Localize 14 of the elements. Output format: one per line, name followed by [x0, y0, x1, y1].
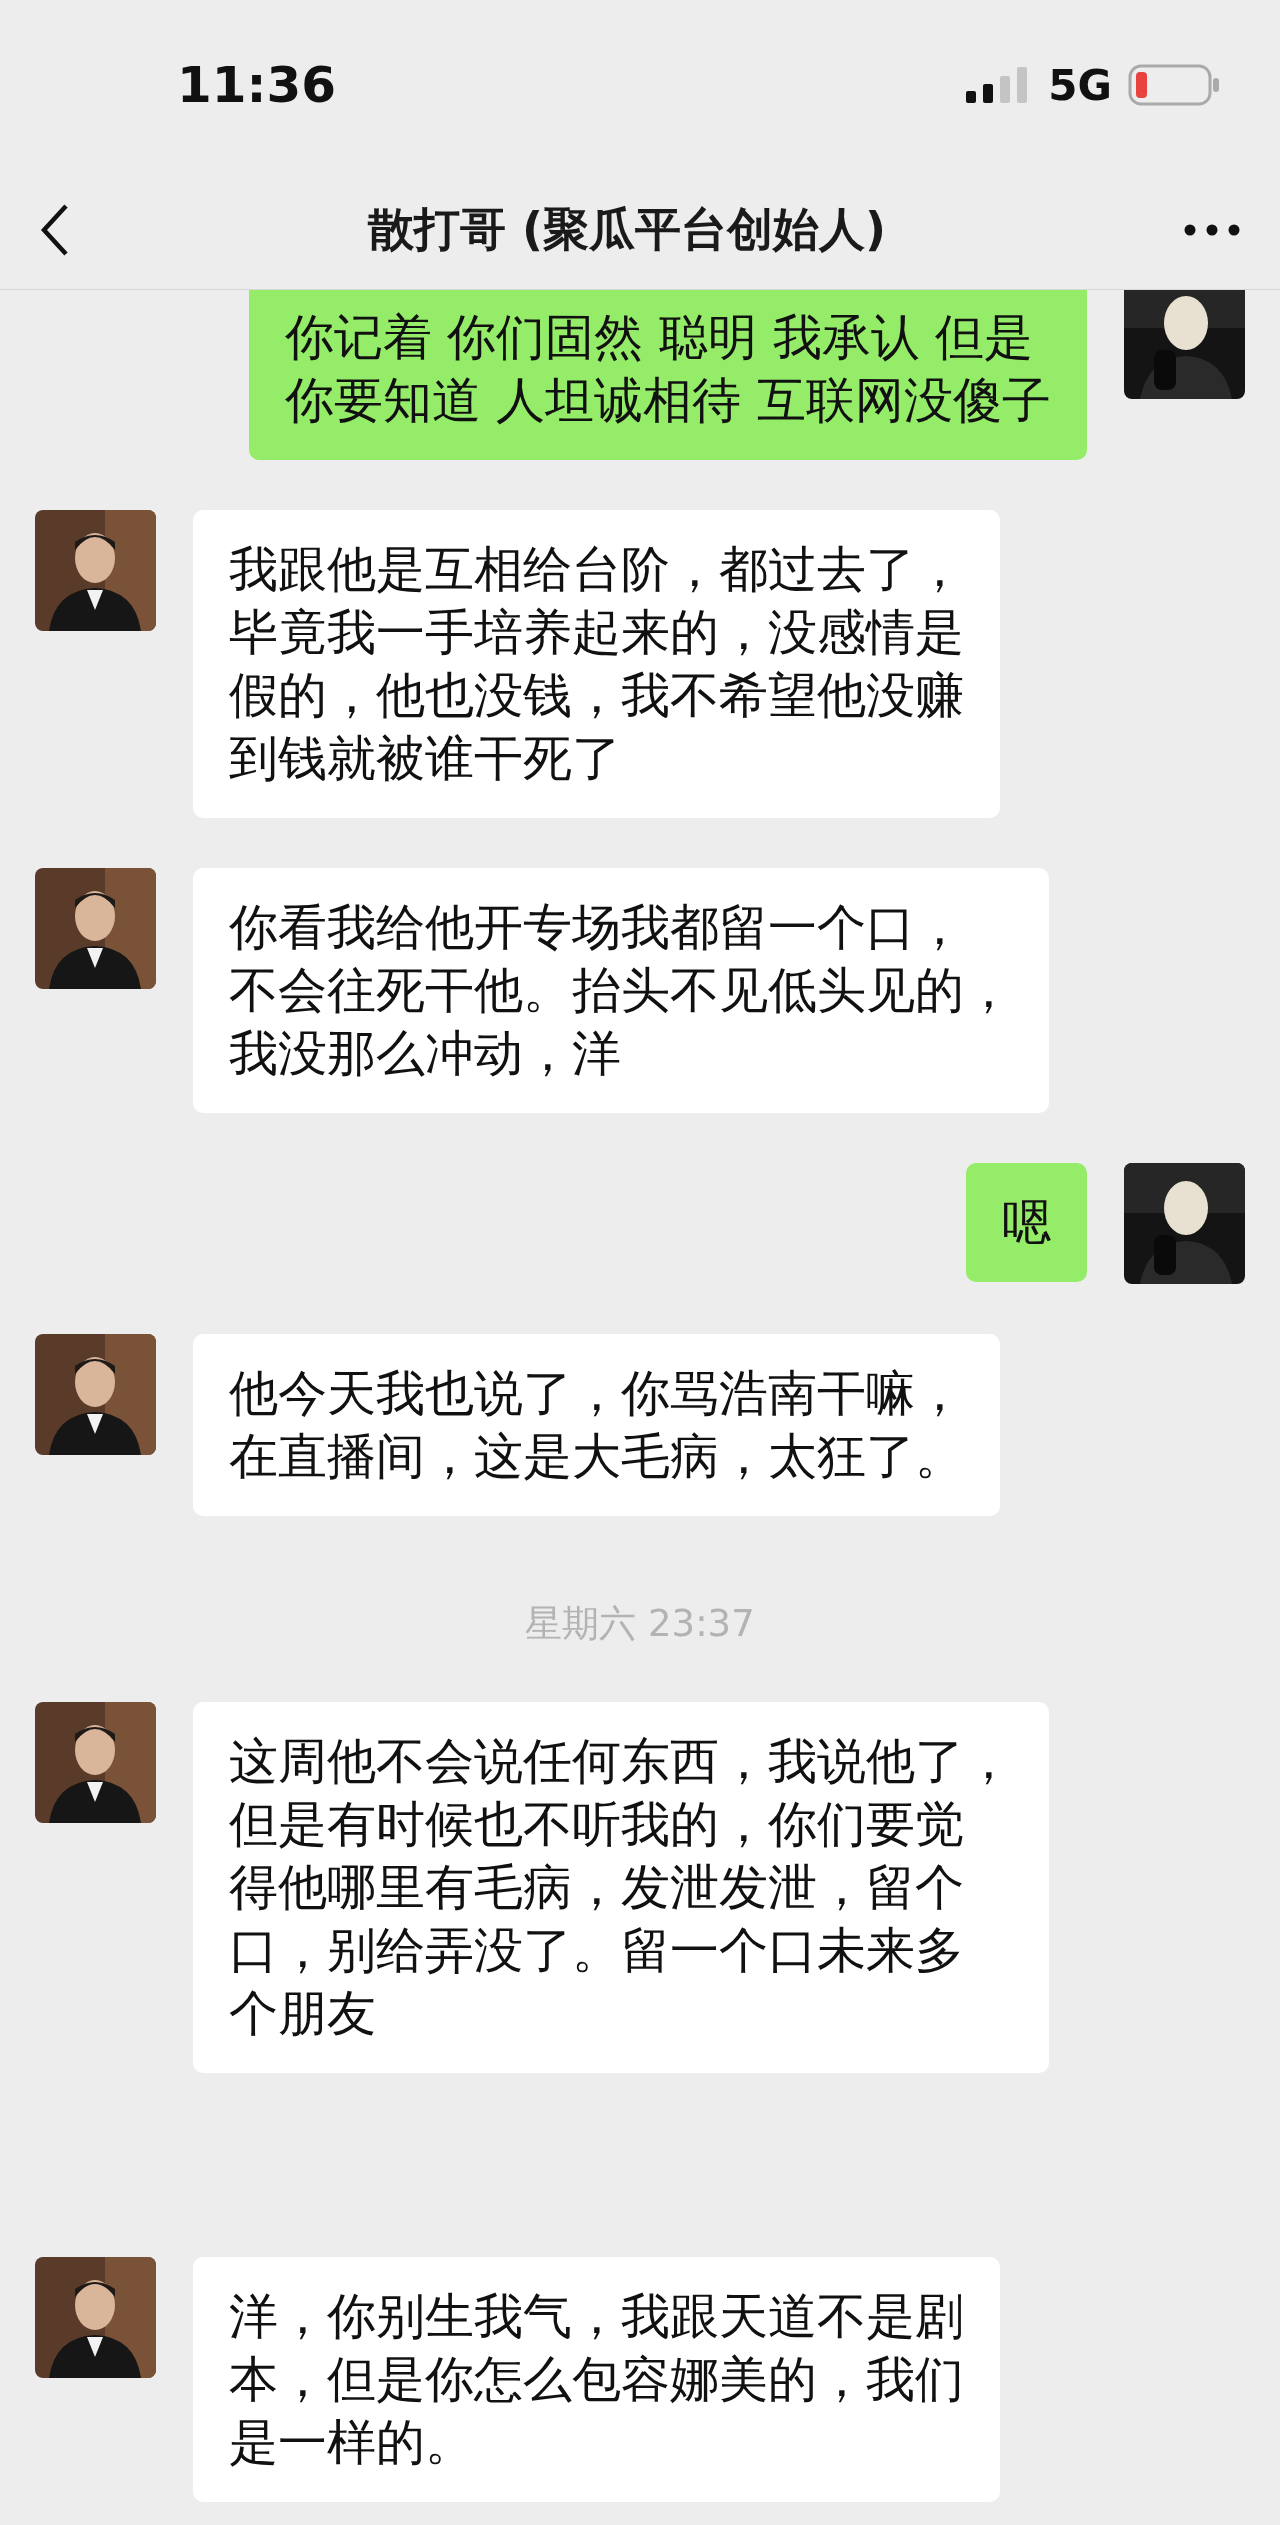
message-bubble: 我跟他是互相给台阶，都过去了， 毕竟我一手培养起来的，没感情是 假的，他也没钱，我不希望他没赚 到钱就被谁干死了 [193, 510, 1000, 818]
more-button[interactable] [1184, 223, 1240, 236]
message-bubble: 你看我给他开专场我都留一个口， 不会往死干他。抬头不见低头见的， 我没那么冲动，洋 [193, 868, 1049, 1113]
message-bubble: 这周他不会说任何东西，我说他了， 但是有时候也不听我的，你们要觉 得他哪里有毛病，发泄发泄，留个 口，别给弄没了。留一个口未来多 个朋友 [193, 1701, 1049, 2073]
message-bubble: 他今天我也说了，你骂浩南干嘛， 在直播间，这是大毛病，太狂了。 [193, 1334, 1000, 1516]
message-bubble: 你记着 你们固然 聪明 我承认 但是 你要知道 人坦诚相待 互联网没傻子 [248, 290, 1087, 460]
timestamp: 星期六 23:37 [525, 1602, 755, 1645]
status-time: 11:36 [177, 54, 337, 116]
message-bubble: 洋，你别生我气，我跟天道不是剧 本，但是你怎么包容娜美的，我们 是一样的。 [193, 2256, 1000, 2502]
message-bubble: 嗯 [966, 1163, 1087, 1282]
back-button[interactable] [40, 202, 70, 257]
battery-icon [1128, 64, 1220, 106]
chat-title: 散打哥 (聚瓜平台创始人) [367, 201, 887, 258]
network-label: 5G [1048, 59, 1112, 112]
